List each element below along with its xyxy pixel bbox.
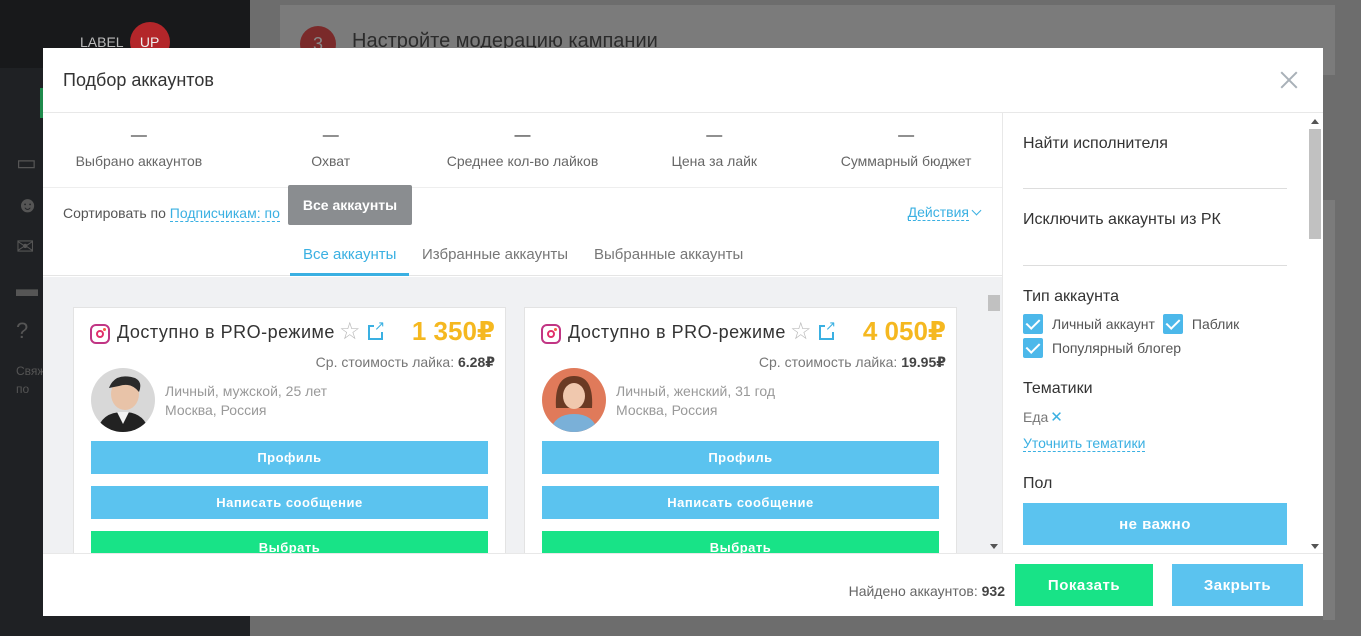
- modal-title: Подбор аккаунтов: [63, 70, 214, 90]
- actions-label: Действия: [907, 204, 969, 221]
- checkbox-checked-icon[interactable]: [1023, 314, 1043, 334]
- star-icon[interactable]: ☆: [790, 320, 812, 344]
- chevron-down-icon: [971, 205, 982, 216]
- external-link-icon[interactable]: [368, 319, 385, 340]
- send-message-button[interactable]: Написать сообщение: [91, 486, 488, 519]
- tab-favorite-accounts[interactable]: Избранные аккаунты: [409, 238, 581, 276]
- sort-label: Сортировать по: [63, 205, 166, 221]
- external-link-icon[interactable]: [819, 319, 836, 340]
- star-icon[interactable]: ☆: [339, 320, 361, 344]
- select-button[interactable]: Выбрать: [542, 531, 939, 553]
- topics-title: Тематики: [1023, 380, 1093, 397]
- close-icon[interactable]: [1277, 68, 1301, 92]
- divider: [1023, 265, 1287, 266]
- remove-tag-icon[interactable]: ✕: [1050, 409, 1063, 426]
- actions-dropdown[interactable]: Действия: [907, 204, 982, 221]
- wallet-icon: ▬: [16, 276, 38, 301]
- account-card: Доступно в PRO-режиме ☆ 4 050₽ Ср. стоим…: [524, 307, 957, 553]
- stats-bar: — Выбрано аккаунтов — Охват — Среднее ко…: [43, 113, 1002, 188]
- topic-tag: Еда ✕: [1023, 409, 1063, 426]
- accounts-pane: — Выбрано аккаунтов — Охват — Среднее ко…: [43, 113, 1002, 553]
- users-icon: ☻: [16, 192, 40, 217]
- filters-pane: Найти исполнителя Исключить аккаунты из …: [1002, 113, 1323, 553]
- select-button[interactable]: Выбрать: [91, 531, 488, 553]
- background-sidebar-text: Свяж по: [16, 364, 46, 396]
- filters-scrollbar[interactable]: [1309, 117, 1321, 553]
- briefcase-icon: ▭: [16, 150, 37, 175]
- scroll-down-arrow-icon[interactable]: [990, 544, 998, 549]
- help-icon: ?: [16, 318, 29, 343]
- stat-price-per-like: — Цена за лайк: [671, 127, 758, 169]
- account-tabs: Все аккаунты Избранные аккаунты Выбранны…: [43, 238, 1002, 276]
- checkbox-popular-blogger[interactable]: Популярный блогер: [1023, 336, 1287, 360]
- account-selection-modal: Подбор аккаунтов — Выбрано аккаунтов — О…: [43, 48, 1323, 616]
- refine-topics-link[interactable]: Уточнить тематики: [1023, 435, 1146, 452]
- avg-like-cost: Ср. стоимость лайка: 19.95₽: [758, 354, 946, 370]
- stat-avg-likes: — Среднее кол-во лайков: [446, 127, 599, 169]
- found-accounts-count: Найдено аккаунтов: 932: [848, 583, 1005, 599]
- tab-tooltip: Все аккаунты: [288, 185, 412, 225]
- account-type-title: Тип аккаунта: [1023, 288, 1119, 305]
- sort-row: Сортировать по Подписчикам: по Все аккау…: [43, 185, 1002, 238]
- show-button[interactable]: Показать: [1015, 564, 1153, 606]
- modal-footer: Найдено аккаунтов: 932 Показать Закрыть: [43, 553, 1323, 616]
- find-performer[interactable]: Найти исполнителя: [1023, 113, 1287, 188]
- checkbox-checked-icon[interactable]: [1023, 338, 1043, 358]
- cards-scrollbar-thumb[interactable]: [988, 295, 1000, 311]
- stat-total-budget: — Суммарный бюджет: [840, 127, 972, 169]
- stat-reach: — Охват: [311, 127, 351, 169]
- account-cards-list: Доступно в PRO-режиме ☆ 1 350₽ Ср. стоим…: [43, 277, 1002, 553]
- modal-header: Подбор аккаунтов: [43, 48, 1323, 113]
- account-name: Доступно в PRO-режиме: [117, 322, 335, 342]
- gender-title: Пол: [1023, 475, 1053, 492]
- stat-selected: — Выбрано аккаунтов: [75, 127, 203, 169]
- scroll-down-arrow-icon[interactable]: [1311, 544, 1319, 549]
- avatar: [91, 368, 155, 432]
- profile-button[interactable]: Профиль: [91, 441, 488, 474]
- checkbox-checked-icon[interactable]: [1162, 314, 1183, 334]
- instagram-icon: [90, 324, 110, 344]
- account-description: Личный, женский, 31 год Москва, Россия: [616, 383, 776, 418]
- filters-scrollbar-thumb[interactable]: [1309, 129, 1321, 239]
- tab-selected-accounts[interactable]: Выбранные аккаунты: [581, 238, 756, 276]
- account-name: Доступно в PRO-режиме: [568, 322, 786, 342]
- mail-icon: ✉: [16, 234, 35, 259]
- profile-button[interactable]: Профиль: [542, 441, 939, 474]
- gender-select-button[interactable]: не важно: [1023, 503, 1287, 545]
- checkbox-personal-account[interactable]: Личный аккаунт: [1023, 312, 1155, 336]
- scroll-up-arrow-icon[interactable]: [1311, 119, 1319, 124]
- send-message-button[interactable]: Написать сообщение: [542, 486, 939, 519]
- account-price: 1 350₽: [411, 316, 495, 346]
- background-nav-icons: ▭ ☻ ✉ ▬ ?: [16, 150, 39, 344]
- account-price: 4 050₽: [862, 316, 946, 346]
- sort-dropdown[interactable]: Подписчикам: по: [169, 205, 280, 222]
- account-description: Личный, мужской, 25 лет Москва, Россия: [165, 383, 328, 418]
- account-card: Доступно в PRO-режиме ☆ 1 350₽ Ср. стоим…: [73, 307, 506, 553]
- avatar: [542, 368, 606, 432]
- close-button[interactable]: Закрыть: [1172, 564, 1303, 606]
- avg-like-cost: Ср. стоимость лайка: 6.28₽: [315, 354, 495, 370]
- instagram-icon: [541, 324, 561, 344]
- exclude-accounts[interactable]: Исключить аккаунты из РК: [1023, 189, 1287, 265]
- cards-scrollbar[interactable]: [988, 295, 1000, 553]
- tab-all-accounts[interactable]: Все аккаунты: [290, 238, 410, 276]
- background-card-edge: [1323, 200, 1335, 620]
- checkbox-public-page[interactable]: Паблик: [1162, 312, 1239, 336]
- sort-control: Сортировать по Подписчикам: по: [63, 205, 280, 222]
